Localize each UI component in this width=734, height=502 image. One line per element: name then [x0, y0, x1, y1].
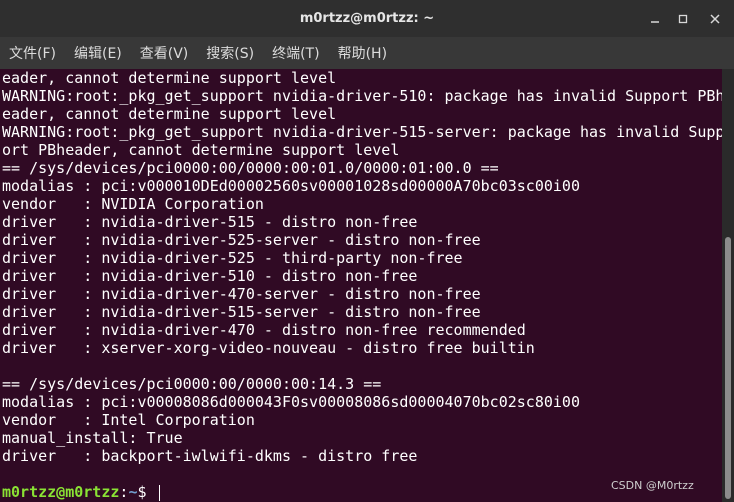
prompt-line[interactable]: m0rtzz@m0rtzz:~$: [2, 483, 160, 501]
terminal-line: manual_install: True: [2, 429, 183, 447]
terminal-line: driver : nvidia-driver-525 - third-party…: [2, 249, 463, 267]
menu-search[interactable]: 搜索(S): [197, 43, 254, 63]
terminal-line: eader, cannot determine support level: [2, 69, 337, 87]
terminal-line: == /sys/devices/pci0000:00/0000:00:14.3 …: [2, 375, 382, 393]
prompt-symbol: $: [137, 483, 156, 501]
terminal-line: WARNING:root:_pkg_get_support nvidia-dri…: [2, 123, 722, 141]
terminal-line: WARNING:root:_pkg_get_support nvidia-dri…: [2, 87, 722, 105]
vertical-scrollbar[interactable]: [722, 69, 734, 502]
maximize-button[interactable]: [670, 6, 696, 32]
terminal-line: modalias : pci:v00008086d000043F0sv00008…: [2, 393, 580, 411]
close-button[interactable]: [702, 6, 728, 32]
minimize-icon: [651, 21, 659, 23]
minimize-button[interactable]: [642, 6, 668, 32]
terminal-window: m0rtzz@m0rtzz: ~ 文件(F) 编辑(E) 查看(V) 搜索(S)…: [0, 0, 734, 502]
scrollbar-thumb[interactable]: [725, 237, 731, 499]
menu-file[interactable]: 文件(F): [0, 43, 56, 63]
terminal-line: driver : nvidia-driver-470-server - dist…: [2, 285, 481, 303]
terminal-line: eader, cannot determine support level: [2, 105, 337, 123]
maximize-icon: [678, 14, 688, 24]
menu-terminal[interactable]: 终端(T): [263, 43, 319, 63]
menu-edit[interactable]: 编辑(E): [65, 43, 122, 63]
terminal-line: driver : nvidia-driver-515-server - dist…: [2, 303, 481, 321]
terminal-line: driver : nvidia-driver-470 - distro non-…: [2, 321, 526, 339]
terminal-line: modalias : pci:v000010DEd00002560sv00001…: [2, 177, 580, 195]
terminal-line: driver : nvidia-driver-510 - distro non-…: [2, 267, 418, 285]
terminal-line: driver : backport-iwlwifi-dkms - distro …: [2, 447, 418, 465]
terminal-line: == /sys/devices/pci0000:00/0000:00:01.0/…: [2, 159, 499, 177]
terminal-output[interactable]: eader, cannot determine support level WA…: [0, 69, 722, 502]
terminal-line: vendor : NVIDIA Corporation: [2, 195, 264, 213]
terminal-line: driver : nvidia-driver-525-server - dist…: [2, 231, 481, 249]
text-cursor: [158, 484, 160, 501]
watermark-text: CSDN @M0rtzz: [611, 479, 694, 492]
prompt-user: m0rtzz@m0rtzz: [2, 483, 120, 501]
menu-view[interactable]: 查看(V): [131, 43, 189, 63]
menu-help[interactable]: 帮助(H): [329, 43, 387, 63]
close-icon: [710, 14, 720, 24]
terminal-line: driver : nvidia-driver-515 - distro non-…: [2, 213, 418, 231]
terminal-line: driver : xserver-xorg-video-nouveau - di…: [2, 339, 535, 357]
window-title: m0rtzz@m0rtzz: ~: [299, 11, 435, 26]
terminal-line: ort PBheader, cannot determine support l…: [2, 141, 400, 159]
menu-bar: 文件(F) 编辑(E) 查看(V) 搜索(S) 终端(T) 帮助(H): [0, 37, 734, 69]
title-bar[interactable]: m0rtzz@m0rtzz: ~: [0, 0, 734, 37]
terminal-line: vendor : Intel Corporation: [2, 411, 255, 429]
